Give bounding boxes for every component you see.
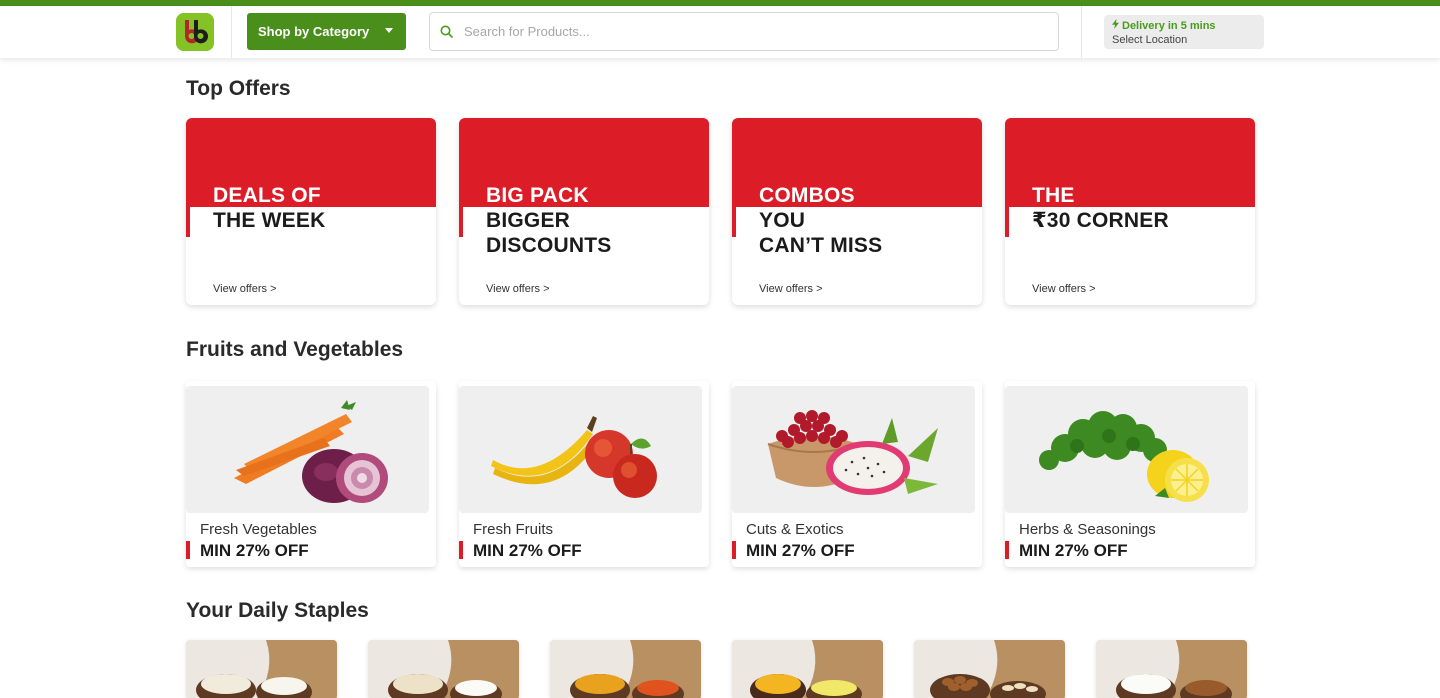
staple-card-flour[interactable] [186,640,337,698]
category-offer: MIN 27% OFF [473,541,582,560]
offer-card-30-corner[interactable]: THE ₹30 CORNER View offers > [1005,118,1255,305]
offer-title-line3: DISCOUNTS [486,234,612,257]
exotics-image [732,386,975,513]
offer-card-deals-of-the-week[interactable]: DEALS OF THE WEEK View offers > [186,118,436,305]
offer-accent-bar [732,541,736,559]
offer-title-line1: BIG PACK [486,184,589,207]
staple-card-dals[interactable] [550,640,701,698]
category-offer: MIN 27% OFF [746,541,855,560]
offer-title-line1: COMBOS [759,184,855,207]
view-offers-link[interactable]: View offers > [486,283,550,295]
category-offer: MIN 27% OFF [200,541,309,560]
category-card-herbs-seasonings[interactable]: Herbs & Seasonings MIN 27% OFF [1005,381,1255,567]
lightning-icon [1112,19,1119,32]
delivery-text: Delivery in 5 mins [1122,19,1216,32]
header: Shop by Category Delivery in 5 mins Sele… [0,6,1440,58]
staple-card-dry-fruits[interactable] [914,640,1065,698]
fruits-vegetables-title: Fruits and Vegetables [186,338,404,361]
bigbasket-logo[interactable] [176,13,214,51]
offer-title-line3: CAN’T MISS [759,234,883,257]
staple-card-rice[interactable] [368,640,519,698]
category-name: Fresh Vegetables [200,521,317,538]
offer-accent-bar [186,207,190,237]
category-offer: MIN 27% OFF [1019,541,1128,560]
category-card-fresh-vegetables[interactable]: Fresh Vegetables MIN 27% OFF [186,381,436,567]
staple-card-salt-sugar[interactable] [1096,640,1247,698]
header-divider [1081,6,1082,58]
offer-title: COMBOS YOU CAN’T MISS [759,183,882,258]
location-selector[interactable]: Delivery in 5 mins Select Location [1104,15,1264,49]
offer-accent-bar [186,541,190,559]
header-divider [231,6,232,58]
delivery-info: Delivery in 5 mins [1112,19,1264,32]
search-box[interactable] [429,12,1059,51]
category-name: Cuts & Exotics [746,521,844,538]
offer-accent-bar [459,541,463,559]
offer-title-line1: DEALS OF [213,184,321,207]
offer-title-line1: THE [1032,184,1075,207]
staple-card-oils-ghee[interactable] [732,640,883,698]
category-name: Herbs & Seasonings [1019,521,1156,538]
offer-title-line2: ₹30 CORNER [1032,209,1169,232]
fruits-image [459,386,702,513]
search-input[interactable] [464,13,1044,50]
search-icon [440,25,453,43]
herbs-image [1005,386,1248,513]
offer-accent-bar [1005,541,1009,559]
view-offers-link[interactable]: View offers > [213,283,277,295]
offer-card-combos[interactable]: COMBOS YOU CAN’T MISS View offers > [732,118,982,305]
offer-accent-bar [459,207,463,237]
location-text: Select Location [1112,34,1188,46]
offer-accent-bar [732,207,736,237]
view-offers-link[interactable]: View offers > [759,283,823,295]
offer-card-big-pack[interactable]: BIG PACK BIGGER DISCOUNTS View offers > [459,118,709,305]
offer-accent-bar [1005,207,1009,237]
daily-staples-title: Your Daily Staples [186,599,369,622]
shop-by-category-label: Shop by Category [258,24,370,39]
offer-title-line2: BIGGER [486,209,571,232]
view-offers-link[interactable]: View offers > [1032,283,1096,295]
offer-title-line2: YOU [759,209,806,232]
top-offers-title: Top Offers [186,77,291,100]
offer-title: THE ₹30 CORNER [1032,183,1169,233]
category-card-fresh-fruits[interactable]: Fresh Fruits MIN 27% OFF [459,381,709,567]
category-card-cuts-exotics[interactable]: Cuts & Exotics MIN 27% OFF [732,381,982,567]
offer-title-line2: THE WEEK [213,209,326,232]
offer-title: BIG PACK BIGGER DISCOUNTS [486,183,611,258]
shop-by-category-button[interactable]: Shop by Category [247,13,406,50]
offer-title: DEALS OF THE WEEK [213,183,325,233]
category-name: Fresh Fruits [473,521,554,538]
vegetables-image [186,386,429,513]
caret-down-icon [385,28,393,33]
